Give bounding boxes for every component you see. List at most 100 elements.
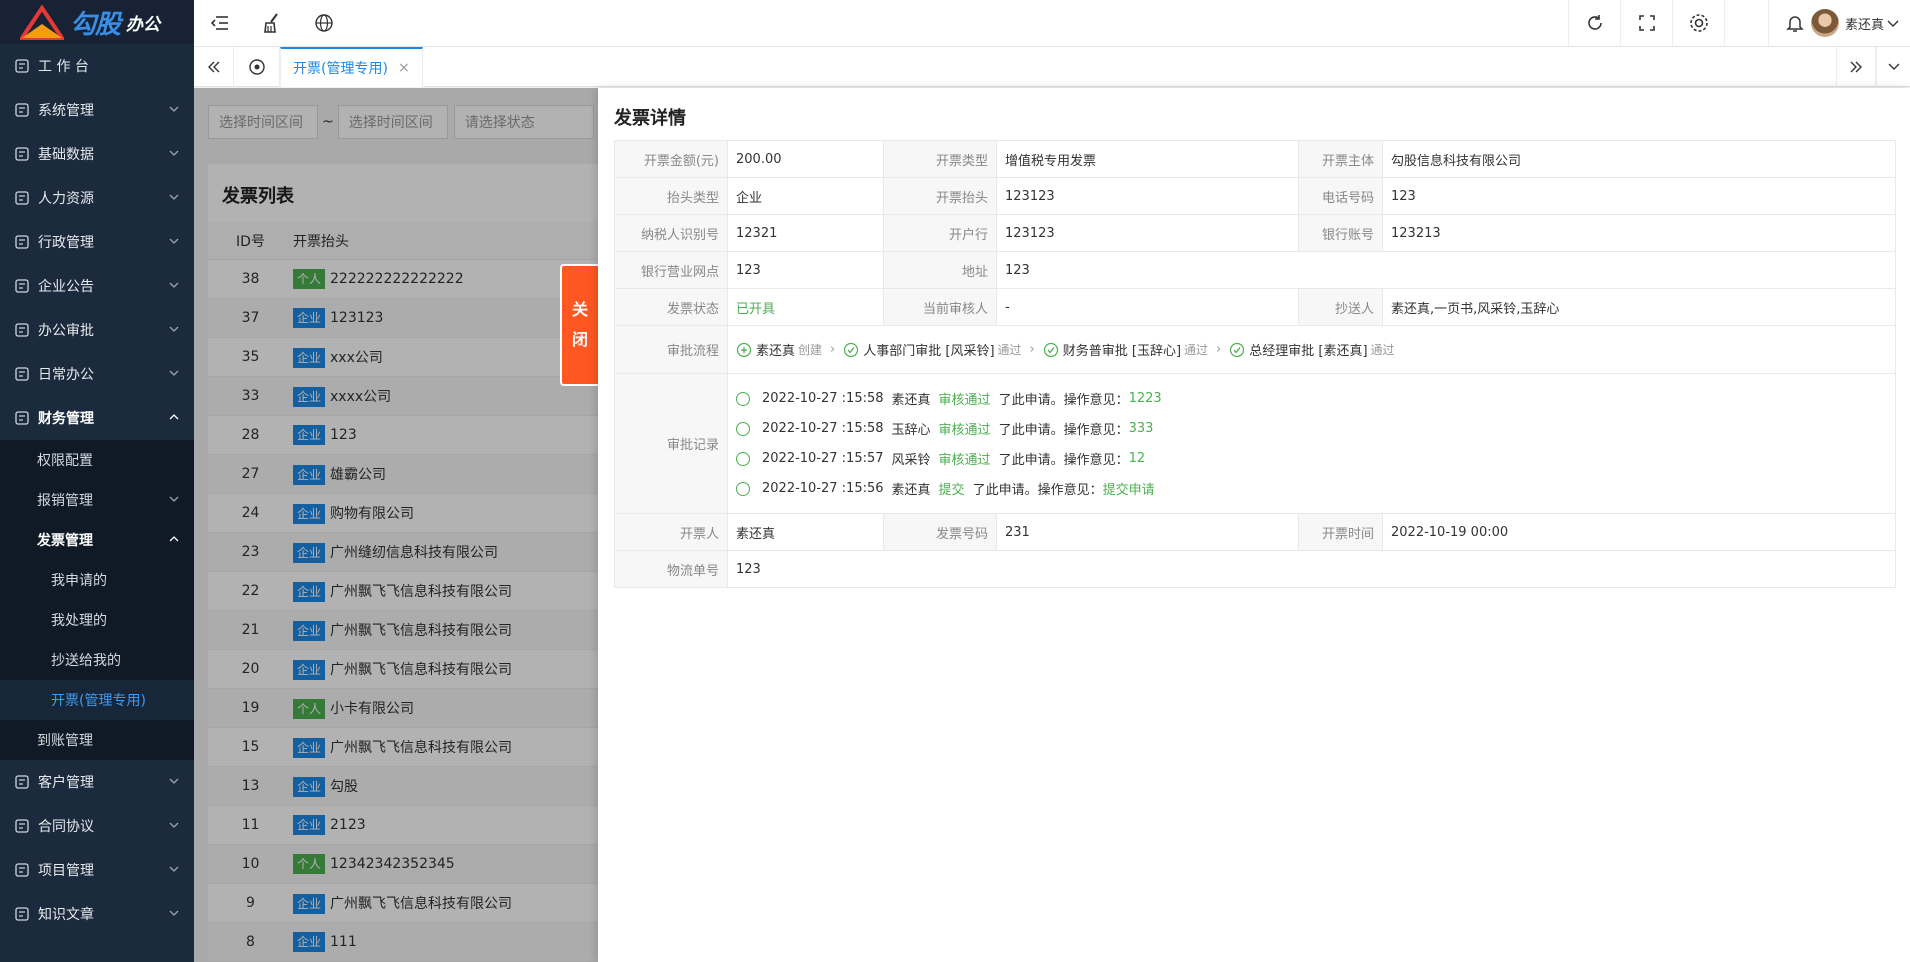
subitem-label: 权限配置	[37, 453, 93, 469]
chevron-down-icon	[169, 370, 179, 376]
sidebar-subitem-receipts[interactable]: 到账管理	[0, 720, 194, 760]
phone-label: 电话号码	[1298, 177, 1383, 215]
admin-icon	[12, 232, 32, 252]
bank-value: 123123	[996, 214, 1299, 252]
sidebar-item-entry[interactable]: 企业公告	[0, 264, 194, 308]
chevron-right-icon: ›	[1029, 342, 1035, 357]
tab-close-icon[interactable]: ×	[398, 60, 410, 76]
subject-label: 开票主体	[1298, 140, 1383, 178]
close-drawer-button[interactable]: 关 闭	[560, 264, 598, 386]
gear-icon[interactable]	[1672, 0, 1724, 46]
tabs-dropdown-icon[interactable]	[1876, 47, 1910, 87]
sidebar-item-entry[interactable]: 合同协议	[0, 804, 194, 848]
record-opinion: 12	[1128, 451, 1146, 466]
logo[interactable]: 勾股 办公	[0, 0, 194, 44]
flow-step: 素还真 创建	[736, 340, 822, 359]
sidebar-item-finance[interactable]: 财务管理	[0, 396, 194, 440]
chevron-right-icon: ›	[830, 342, 836, 357]
sidebar-item-entry[interactable]: 办公审批	[0, 308, 194, 352]
globe-icon[interactable]	[298, 0, 350, 46]
close-label-1: 关	[571, 300, 588, 319]
close-label-2: 闭	[571, 330, 588, 349]
cc-value: 素还真,一页书,风采铃,玉辞心	[1382, 288, 1896, 326]
record-text: 了此申请。操作意见：	[998, 453, 1129, 468]
flow-step-state: 通过	[997, 343, 1022, 357]
logo-subtext: 办公	[126, 14, 161, 35]
sidebar-item-entry[interactable]: 系统管理	[0, 88, 194, 132]
sidebar-item-label: 客户管理	[38, 775, 94, 791]
sidebar-item-entry[interactable]: 基础数据	[0, 132, 194, 176]
sidebar-item-label: 日常办公	[38, 367, 94, 383]
chevron-down-icon	[1887, 20, 1899, 27]
sidebar-item-my-applied[interactable]: 我申请的	[0, 560, 194, 600]
chevron-up-icon	[169, 414, 179, 420]
menu-collapse-icon[interactable]	[194, 0, 246, 46]
head-label: 开票抬头	[883, 177, 997, 215]
invno-value: 231	[996, 513, 1299, 551]
home-tab-icon[interactable]	[234, 47, 280, 87]
invno-label: 发票号码	[883, 513, 997, 551]
record-action: 提交	[938, 483, 965, 498]
cc-label: 抄送人	[1298, 288, 1383, 326]
record-text: 了此申请。操作意见：	[998, 423, 1129, 438]
sidebar-item-entry[interactable]: 项目管理	[0, 848, 194, 892]
sidebar-item-label: 办公审批	[38, 323, 94, 339]
status-label: 发票状态	[614, 288, 728, 326]
refresh-icon[interactable]	[1568, 0, 1620, 46]
record-action: 审核通过	[938, 423, 991, 438]
user-menu[interactable]: 素还真	[1810, 8, 1900, 38]
fullscreen-icon[interactable]	[1620, 0, 1672, 46]
clear-cache-icon[interactable]	[246, 0, 298, 46]
flow-step-name: 总经理审批 [素还真]	[1249, 344, 1368, 359]
sidebar-item-label: 财务管理	[38, 411, 94, 427]
chevron-down-icon	[169, 910, 179, 916]
user-name: 素还真	[1844, 17, 1884, 33]
chevron-down-icon	[169, 326, 179, 332]
sidebar-item-my-handled[interactable]: 我处理的	[0, 600, 194, 640]
record-time: 2022-10-27 :15:58	[762, 421, 884, 436]
sidebar-subitem-invoice[interactable]: 发票管理	[0, 520, 194, 560]
flow-cell: 素还真 创建 › 人事部门审批 [风采铃] 通过 › 财务普审批 [玉辞心] 通过 › 总经理审批…	[727, 325, 1896, 374]
sidebar-item-label: 知识文章	[38, 907, 94, 923]
account-label: 银行账号	[1298, 214, 1383, 252]
sidebar-item-entry[interactable]: 行政管理	[0, 220, 194, 264]
sidebar-item-entry[interactable]: 知识文章	[0, 892, 194, 936]
sidebar-item-invoice-admin[interactable]: 开票(管理专用)	[0, 680, 194, 720]
timeline-dot-icon	[736, 421, 750, 436]
tabs-scroll-left-icon[interactable]	[194, 47, 234, 87]
record-time: 2022-10-27 :15:56	[762, 481, 884, 496]
subject-value: 勾股信息科技有限公司	[1382, 140, 1896, 178]
sidebar-item-entry[interactable]: 人力资源	[0, 176, 194, 220]
flow-step-name: 素还真	[756, 344, 796, 359]
taxid-label: 纳税人识别号	[614, 214, 728, 252]
chevron-up-icon	[169, 536, 179, 542]
sidebar-menu-lower: 客户管理合同协议 项目管理知识文章	[0, 760, 194, 936]
sidebar-item-entry[interactable]: 日常办公	[0, 352, 194, 396]
record-item: 2022-10-27 :15:58 素还真 审核通过 了此申请。操作意见： 1223	[736, 384, 1887, 414]
record-time: 2022-10-27 :15:57	[762, 451, 884, 466]
subitem-label: 到账管理	[37, 733, 93, 749]
tabs-scroll-right-icon[interactable]	[1836, 47, 1876, 87]
branch-value: 123	[727, 251, 884, 289]
logo-mark-icon	[18, 4, 66, 40]
sidebar-subitem-permissions[interactable]: 权限配置	[0, 440, 194, 480]
sidebar-item-cc-me[interactable]: 抄送给我的	[0, 640, 194, 680]
flow-label: 审批流程	[614, 325, 728, 374]
sidebar-item-entry[interactable]: 客户管理	[0, 760, 194, 804]
checker-label: 当前审核人	[883, 288, 997, 326]
user-card-icon	[12, 188, 32, 208]
tab-invoice-admin[interactable]: 开票(管理专用) ×	[280, 47, 423, 87]
phone-value: 123	[1382, 177, 1896, 215]
sidebar-item-entry[interactable]: 工 作 台	[0, 44, 194, 88]
record-action: 审核通过	[938, 393, 991, 408]
chevron-down-icon	[169, 822, 179, 828]
sidebar-subitem-reimburse[interactable]: 报销管理	[0, 480, 194, 520]
record-user: 素还真	[891, 393, 931, 408]
issuer-value: 素还真	[727, 513, 884, 551]
database-icon	[12, 144, 32, 164]
article-icon	[12, 904, 32, 924]
header-divider	[1724, 0, 1768, 46]
timeline-dot-icon	[736, 481, 750, 496]
settings-icon	[12, 100, 32, 120]
avatar	[1810, 9, 1839, 37]
